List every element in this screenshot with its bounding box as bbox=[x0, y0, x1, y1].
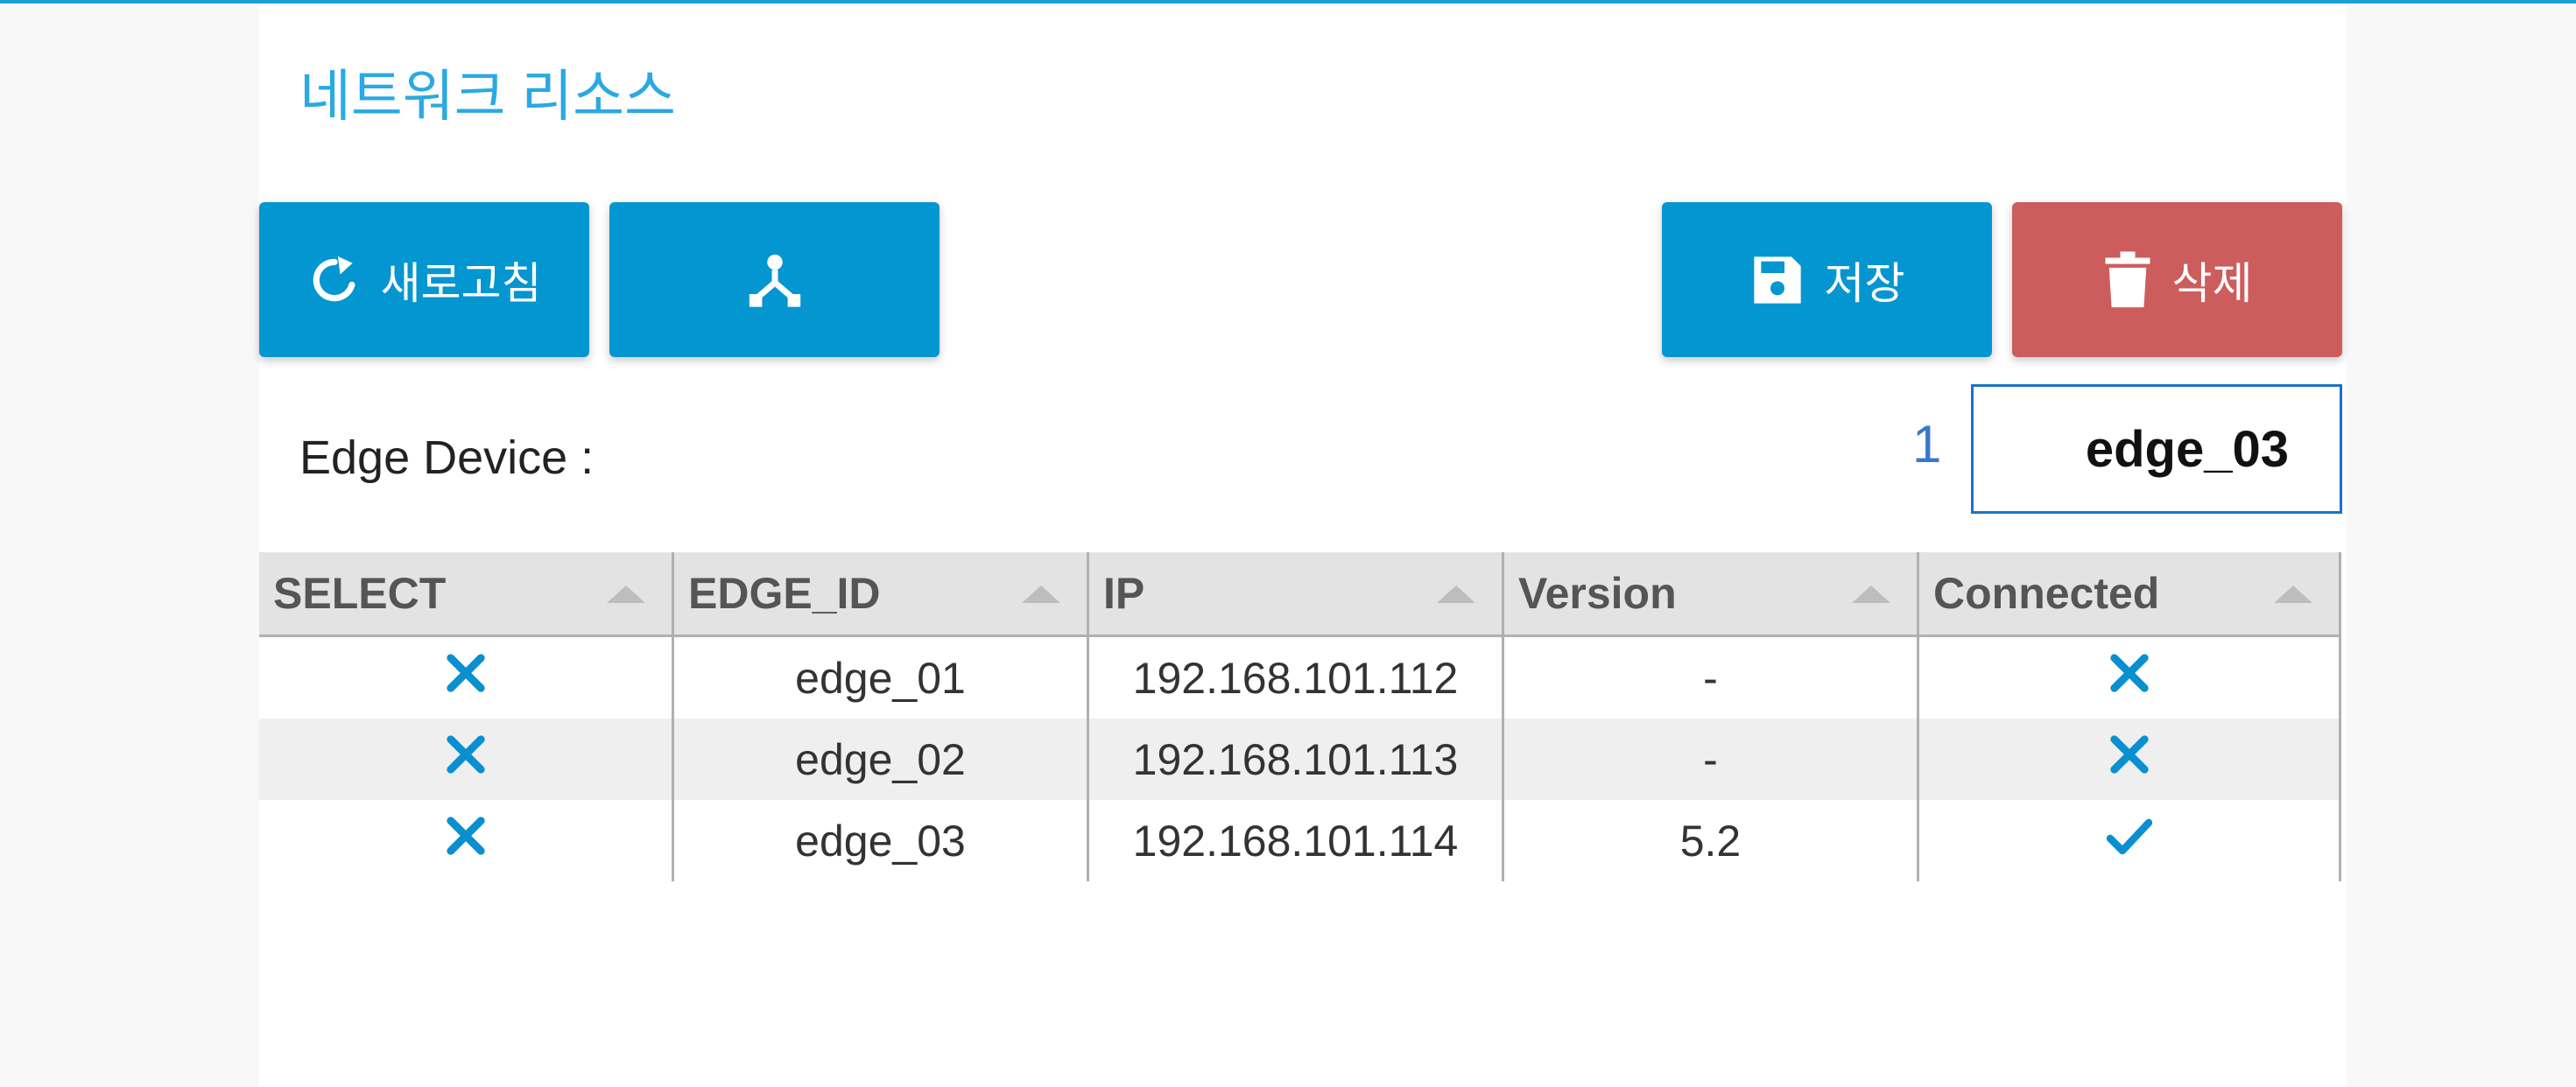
edge-id-cell: edge_02 bbox=[674, 719, 1089, 800]
trash-icon bbox=[2102, 250, 2153, 310]
save-label: 저장 bbox=[1824, 258, 1905, 308]
topology-icon bbox=[744, 249, 806, 311]
close-icon bbox=[446, 653, 486, 704]
column-header-select[interactable]: SELECT bbox=[259, 552, 674, 635]
close-icon bbox=[446, 816, 486, 866]
close-icon bbox=[446, 734, 486, 785]
check-icon bbox=[2106, 816, 2152, 866]
sort-up-icon[interactable] bbox=[1437, 586, 1475, 603]
table-row[interactable]: edge_01 192.168.101.112- bbox=[259, 637, 2341, 719]
refresh-button[interactable]: 새로고침 bbox=[259, 202, 589, 357]
connected-cell bbox=[1919, 637, 2341, 719]
close-icon bbox=[2109, 734, 2150, 785]
refresh-icon bbox=[307, 253, 362, 307]
edge-device-label: Edge Device : bbox=[299, 431, 595, 484]
select-cell[interactable] bbox=[259, 637, 674, 719]
column-header-version[interactable]: Version bbox=[1504, 552, 1919, 635]
sort-up-icon[interactable] bbox=[607, 586, 645, 603]
edge-device-table: SELECT EDGE_ID IP Version Connected edge… bbox=[259, 552, 2341, 881]
ip-cell: 192.168.101.113 bbox=[1089, 719, 1504, 800]
ip-cell: 192.168.101.114 bbox=[1089, 800, 1504, 881]
column-header-ip[interactable]: IP bbox=[1089, 552, 1504, 635]
edge-device-count: 1 bbox=[1912, 415, 1942, 473]
close-icon bbox=[2109, 653, 2150, 704]
version-cell: - bbox=[1504, 637, 1919, 719]
sort-up-icon[interactable] bbox=[2274, 586, 2312, 603]
column-header-edge-id[interactable]: EDGE_ID bbox=[674, 552, 1089, 635]
edge-id-cell: edge_03 bbox=[674, 800, 1089, 881]
select-cell[interactable] bbox=[259, 800, 674, 881]
select-cell[interactable] bbox=[259, 719, 674, 800]
floppy-disk-icon bbox=[1749, 252, 1805, 308]
edge-id-cell: edge_01 bbox=[674, 637, 1089, 719]
refresh-label: 새로고침 bbox=[380, 258, 542, 308]
delete-label: 삭제 bbox=[2171, 258, 2253, 308]
topology-button[interactable] bbox=[609, 202, 940, 357]
table-body: edge_01 192.168.101.112- edge_02 192.168.10… bbox=[259, 637, 2341, 881]
edge-device-select[interactable]: edge_03 bbox=[1971, 384, 2342, 514]
save-button[interactable]: 저장 bbox=[1662, 202, 1992, 357]
connected-cell bbox=[1919, 800, 2341, 881]
ip-cell: 192.168.101.112 bbox=[1089, 637, 1504, 719]
column-header-connected[interactable]: Connected bbox=[1919, 552, 2341, 635]
version-cell: 5.2 bbox=[1504, 800, 1919, 881]
table-row[interactable]: edge_02 192.168.101.113- bbox=[259, 719, 2341, 800]
edge-device-selected-value: edge_03 bbox=[2085, 420, 2289, 478]
network-resource-panel: 네트워크 리소스 새로고침 저장 삭제 Edge Device : 1 edge… bbox=[259, 4, 2347, 1087]
sort-up-icon[interactable] bbox=[1022, 586, 1060, 603]
table-row[interactable]: edge_03 192.168.101.114 5.2 bbox=[259, 800, 2341, 881]
table-header: SELECT EDGE_ID IP Version Connected bbox=[259, 552, 2341, 637]
version-cell: - bbox=[1504, 719, 1919, 800]
page-title: 네트워크 리소스 bbox=[299, 65, 676, 128]
connected-cell bbox=[1919, 719, 2341, 800]
sort-up-icon[interactable] bbox=[1852, 586, 1890, 603]
delete-button[interactable]: 삭제 bbox=[2012, 202, 2342, 357]
